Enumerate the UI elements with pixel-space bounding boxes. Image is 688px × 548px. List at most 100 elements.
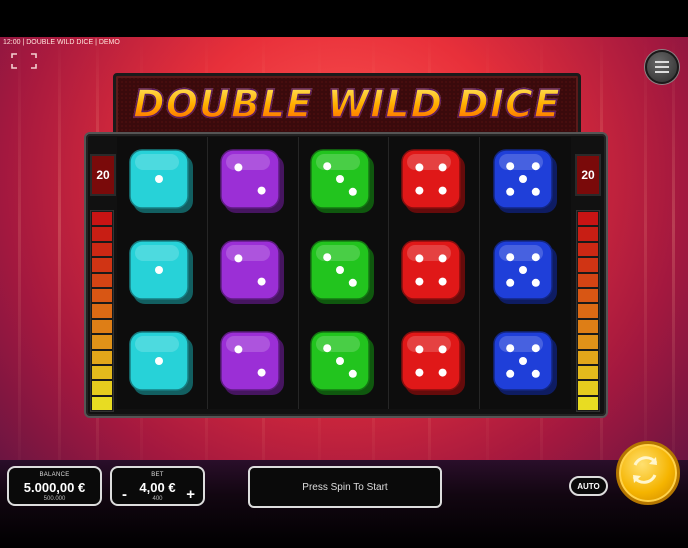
die-pip	[438, 163, 447, 172]
reel-cell	[117, 227, 208, 319]
meter-segment	[92, 212, 112, 226]
reel-cell	[299, 137, 390, 228]
balance-display: BALANCE 5.000,00 € 500.000	[7, 466, 102, 506]
meter-segment	[92, 396, 112, 411]
die-pip	[349, 188, 358, 197]
meter-segment	[92, 335, 112, 349]
win-meter-right	[576, 210, 600, 412]
bet-increase-button[interactable]: +	[186, 486, 195, 503]
die-symbol	[310, 330, 375, 395]
die-pip	[505, 253, 514, 262]
reel-cell	[208, 318, 299, 409]
die-pip	[154, 265, 163, 274]
die-pip	[415, 254, 424, 263]
bet-decrease-button[interactable]: -	[122, 486, 127, 503]
balance-label: BALANCE	[39, 472, 70, 478]
meter-segment	[92, 365, 112, 380]
die-symbol	[219, 330, 284, 395]
reel-cell	[117, 318, 208, 409]
reel-cell	[480, 228, 571, 319]
die-pip	[349, 369, 358, 378]
meter-segment	[578, 288, 598, 303]
die-pip	[336, 356, 345, 365]
reel-cell	[299, 227, 390, 319]
light-streak	[58, 37, 61, 510]
light-streak	[18, 37, 21, 510]
fullscreen-icon[interactable]	[11, 53, 37, 69]
die-symbol	[219, 240, 284, 304]
die-pip	[234, 254, 243, 263]
balance-credits: 500.000	[43, 496, 66, 502]
menu-icon	[655, 60, 669, 75]
logo-panel: DOUBLE WILD DICE	[113, 73, 581, 139]
die-pip	[531, 253, 540, 262]
message-box: Press Spin To Start	[248, 466, 442, 508]
reel-grid	[117, 137, 571, 409]
lines-indicator-left: 20	[90, 154, 116, 196]
die-pip	[438, 345, 447, 354]
reel-cell	[208, 137, 299, 228]
spin-button[interactable]	[616, 441, 680, 505]
die-pip	[531, 369, 540, 378]
meter-segment	[578, 381, 598, 395]
reel-cell	[480, 318, 571, 409]
meter-segment	[578, 396, 598, 411]
bet-control: BET 4,00 € 400 - +	[110, 466, 205, 506]
die-pip	[518, 265, 527, 274]
meter-segment	[578, 242, 598, 257]
status-line: 12:00 | DOUBLE WILD DICE | DEMO	[3, 39, 120, 46]
meter-segment	[578, 350, 598, 364]
die-symbol	[310, 240, 375, 304]
die-pip	[531, 188, 540, 197]
die-symbol	[129, 330, 193, 395]
meter-segment	[92, 319, 112, 334]
die-pip	[415, 345, 424, 354]
die-pip	[505, 188, 514, 197]
game-title: DOUBLE WILD DICE	[116, 81, 578, 127]
die-symbol	[401, 149, 466, 214]
lines-indicator-right: 20	[575, 154, 601, 196]
die-pip	[415, 163, 424, 172]
die-symbol	[129, 149, 193, 214]
reel-cell	[208, 227, 299, 319]
meter-segment	[578, 304, 598, 318]
meter-segment	[578, 227, 598, 241]
die-symbol	[129, 240, 193, 304]
autoplay-button[interactable]: AUTO	[569, 476, 608, 496]
die-pip	[323, 343, 332, 352]
die-symbol	[492, 149, 557, 214]
meter-segment	[92, 350, 112, 364]
die-pip	[234, 163, 243, 172]
win-meter-left	[90, 210, 114, 412]
die-pip	[518, 175, 527, 184]
light-streak	[672, 37, 675, 510]
menu-button[interactable]	[645, 50, 679, 84]
meter-segment	[92, 242, 112, 257]
die-pip	[154, 356, 163, 365]
die-pip	[336, 265, 345, 274]
reel-cell	[117, 137, 208, 228]
die-symbol	[219, 149, 284, 214]
light-streak	[644, 37, 647, 510]
die-pip	[415, 186, 424, 195]
reel-cell	[389, 318, 481, 409]
die-symbol	[492, 330, 557, 395]
die-pip	[505, 369, 514, 378]
die-pip	[154, 175, 163, 184]
die-symbol	[492, 240, 557, 304]
bet-label: BET	[151, 472, 164, 478]
die-pip	[323, 253, 332, 262]
die-pip	[415, 277, 424, 286]
meter-segment	[92, 258, 112, 272]
spin-icon	[632, 456, 658, 484]
reel-cell	[389, 137, 481, 228]
meter-segment	[578, 319, 598, 334]
die-pip	[531, 343, 540, 352]
die-pip	[323, 162, 332, 171]
die-pip	[257, 186, 266, 195]
reel-cell	[389, 227, 481, 319]
meter-segment	[578, 273, 598, 287]
die-pip	[438, 368, 447, 377]
meter-segment	[92, 381, 112, 395]
meter-segment	[578, 258, 598, 272]
